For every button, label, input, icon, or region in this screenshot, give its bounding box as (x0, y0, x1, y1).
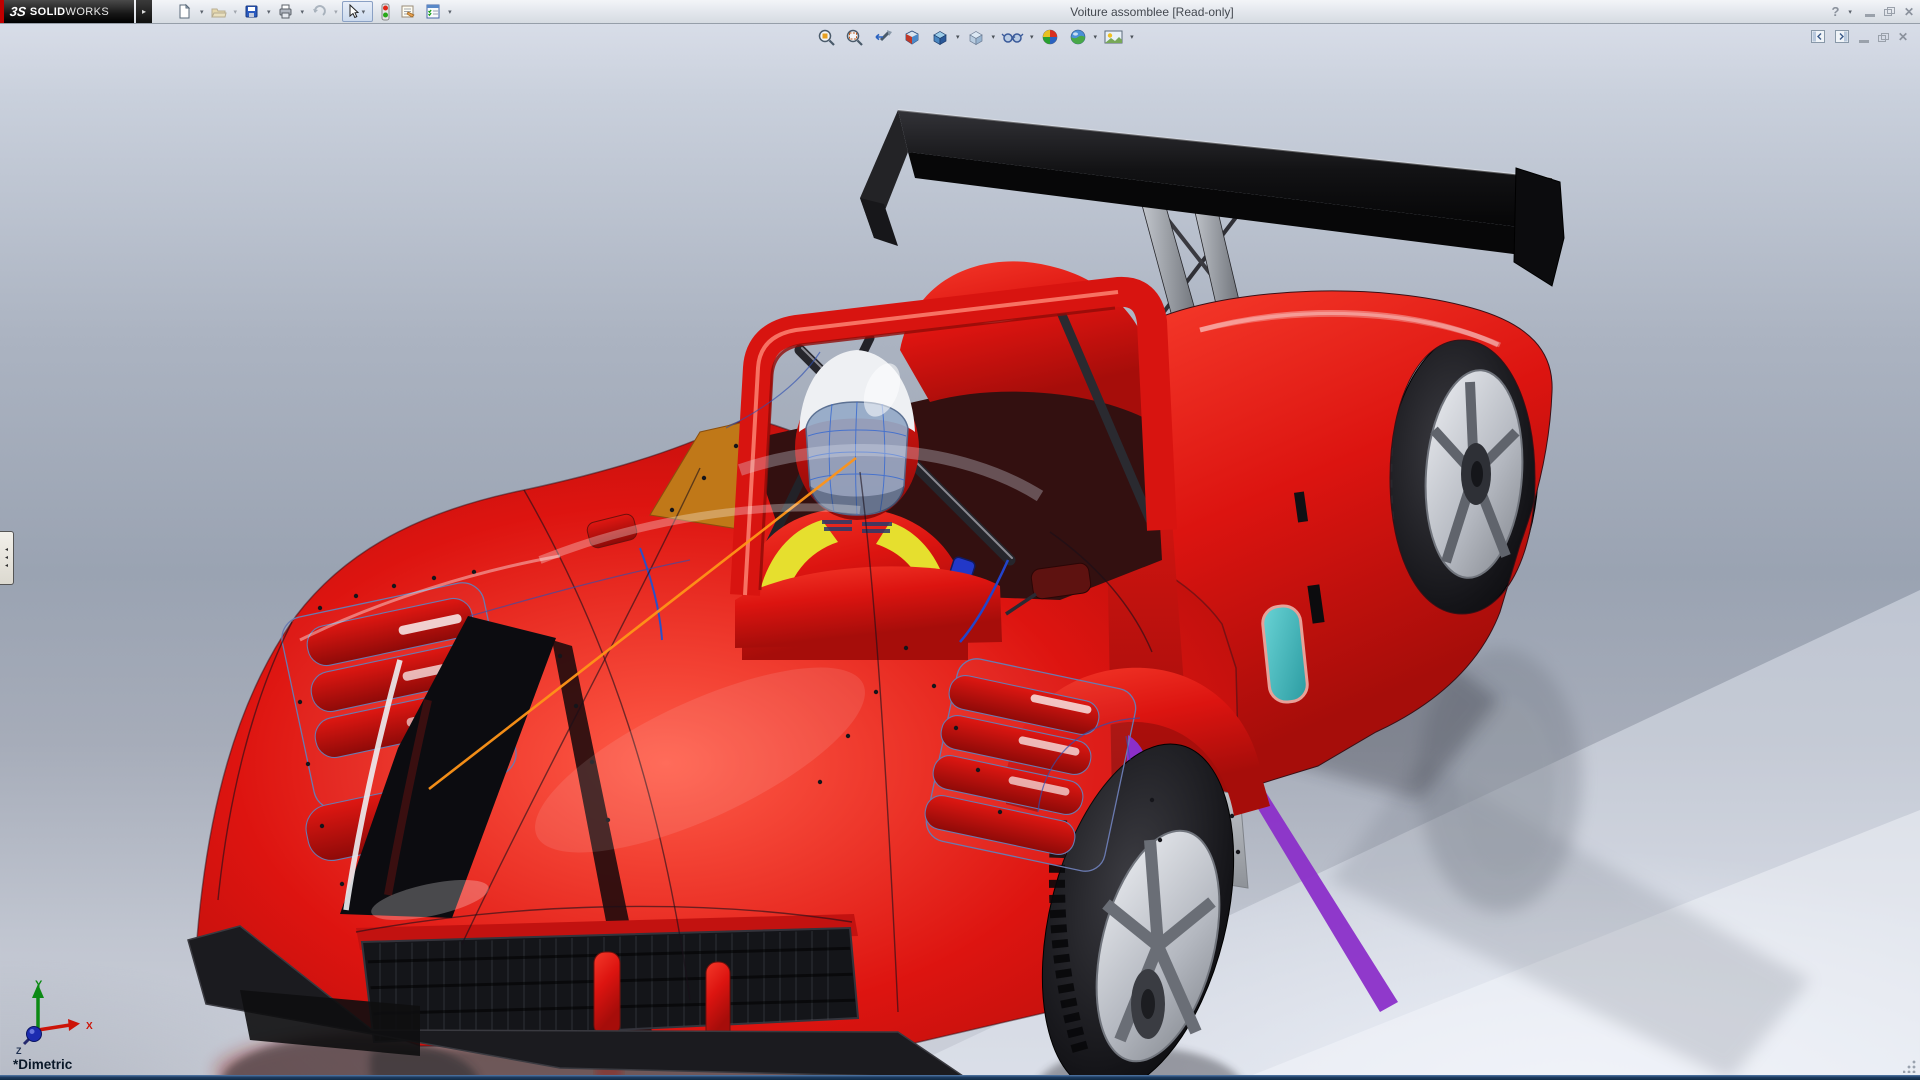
undo-dropdown[interactable]: ▾ (334, 8, 338, 16)
flyout-icon: ▸ (142, 7, 146, 16)
help-button[interactable]: ? (1831, 4, 1839, 19)
new-dropdown[interactable]: ▾ (200, 8, 204, 16)
brand-works: WORKS (66, 6, 110, 18)
checklist-icon (424, 3, 441, 20)
select-cursor-icon (346, 4, 360, 20)
resize-grip[interactable] (1903, 1060, 1917, 1073)
x-axis-arrow (68, 1019, 80, 1031)
select-button[interactable]: ▾ (342, 1, 374, 22)
select-dropdown[interactable]: ▾ (362, 8, 366, 16)
orientation-triad[interactable]: Y X Z (8, 978, 112, 1066)
rebuild-button[interactable] (377, 1, 394, 22)
graphics-viewport[interactable]: ▾ ▾ ▾ ▾ ▾ ✕ ◂ ◂ ◂ (0, 23, 1920, 1080)
window-controls: ? ▾ ✕ (1822, 0, 1914, 23)
undo-icon (310, 3, 327, 20)
z-axis-label: Z (16, 1046, 22, 1056)
traffic-light-icon (379, 3, 392, 21)
naca-duct-teal[interactable] (1261, 604, 1309, 703)
titlebar: 3S SOLIDWORKS ▸ ▾ ▾ ▾ ▾ ▾ ▾ ▾ (0, 0, 1920, 24)
new-document-icon (176, 3, 193, 20)
open-button[interactable] (208, 1, 229, 22)
close-button[interactable]: ✕ (1904, 5, 1914, 19)
note-hand-icon (399, 3, 417, 20)
minimize-button[interactable] (1865, 6, 1875, 17)
save-icon (243, 3, 260, 20)
orientation-label: *Dimetric (13, 1057, 72, 1072)
restore-button[interactable] (1884, 7, 1895, 16)
solidworks-3s-glyph: 3S (9, 4, 27, 19)
x-axis-label: X (86, 1021, 93, 1032)
save-button[interactable] (241, 1, 262, 22)
brand-solid: SOLID (30, 6, 66, 18)
main-toolbar: ▾ ▾ ▾ ▾ ▾ ▾ ▾ (174, 1, 456, 22)
y-axis-label: Y (35, 979, 43, 991)
save-dropdown[interactable]: ▾ (267, 8, 271, 16)
print-dropdown[interactable]: ▾ (301, 8, 305, 16)
open-dropdown[interactable]: ▾ (234, 8, 238, 16)
print-button[interactable] (275, 1, 296, 22)
checklist-button[interactable] (422, 1, 443, 22)
note-button[interactable] (397, 1, 419, 22)
race-car-model[interactable] (0, 23, 1920, 1080)
menu-flyout-arrow[interactable]: ▸ (136, 0, 152, 23)
print-icon (277, 3, 294, 20)
solidworks-logo: 3S SOLIDWORKS (0, 0, 134, 23)
new-document-button[interactable] (174, 1, 195, 22)
help-dropdown[interactable]: ▾ (1848, 8, 1852, 16)
status-divider (0, 1075, 1920, 1080)
checklist-dropdown[interactable]: ▾ (448, 8, 452, 16)
origin-sphere (27, 1027, 42, 1042)
undo-button[interactable] (308, 1, 329, 22)
open-icon (210, 3, 227, 20)
document-title: Voiture assomblee [Read-only] (1070, 0, 1233, 23)
